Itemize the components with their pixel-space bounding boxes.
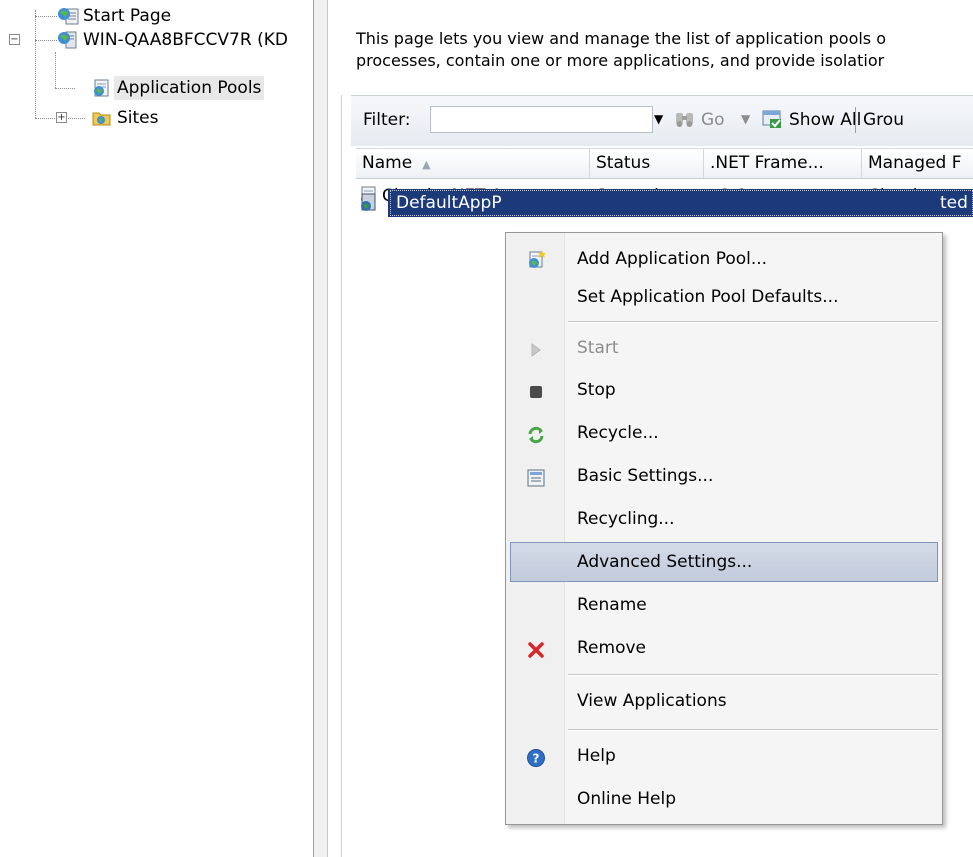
menu-separator: [568, 321, 938, 323]
menu-item-rename[interactable]: Rename: [510, 588, 938, 622]
menu-item-label: Set Application Pool Defaults...: [577, 287, 839, 307]
application-pools-icon: [90, 78, 110, 98]
tree-item-label: Start Page: [83, 6, 172, 26]
pane-splitter[interactable]: [313, 0, 328, 857]
menu-item-label: Help: [577, 746, 616, 766]
menu-item-label: View Applications: [577, 691, 727, 711]
basic-settings-icon: [526, 466, 546, 487]
menu-item-label: Recycle...: [577, 423, 659, 443]
column-header-name[interactable]: Name ▲: [356, 149, 590, 178]
menu-item-basic-settings[interactable]: Basic Settings...: [510, 459, 938, 493]
remove-icon: [526, 638, 546, 658]
menu-item-start: Start: [510, 331, 938, 365]
show-all-button[interactable]: Show All: [789, 110, 861, 130]
menu-item-set-defaults[interactable]: Set Application Pool Defaults...: [510, 280, 938, 314]
start-page-icon: [57, 6, 79, 26]
connections-tree: Start Page − WIN-QAA8BFCCV7R (KD Applica…: [0, 0, 313, 857]
column-header-label: Managed F: [868, 153, 962, 173]
column-header-framework[interactable]: .NET Frame...: [704, 149, 862, 178]
server-icon: [57, 30, 77, 50]
menu-item-label: Stop: [577, 380, 616, 400]
tree-item-sites[interactable]: Sites: [0, 106, 313, 130]
filter-label: Filter:: [363, 110, 411, 130]
menu-item-help[interactable]: ? Help: [510, 739, 938, 773]
menu-item-label: Rename: [577, 595, 647, 615]
tree-item-application-pools[interactable]: Application Pools: [0, 76, 313, 100]
recycle-icon: [526, 423, 546, 444]
menu-item-label: Remove: [577, 638, 646, 658]
menu-item-online-help[interactable]: Online Help: [510, 782, 938, 816]
filter-toolbar: Filter: ▼ Go ▼ Show All Grou: [351, 95, 973, 146]
menu-item-advanced-settings[interactable]: Advanced Settings...: [510, 542, 938, 582]
application-pool-icon: [358, 193, 380, 213]
tree-item-label: Application Pools: [114, 76, 265, 100]
menu-item-recycling[interactable]: Recycling...: [510, 502, 938, 536]
description-line: processes, contain one or more applicati…: [356, 51, 885, 70]
toolbar-separator: [855, 107, 856, 133]
focus-rectangle: [390, 190, 973, 216]
menu-item-add-application-pool[interactable]: Add Application Pool...: [510, 242, 938, 276]
menu-separator: [568, 729, 938, 731]
content-border: [341, 95, 342, 857]
start-icon: [526, 338, 546, 358]
menu-item-label: Start: [577, 338, 619, 358]
add-app-pool-icon: [526, 249, 546, 269]
menu-item-label: Advanced Settings...: [577, 552, 753, 572]
column-header-pipeline[interactable]: Managed F: [862, 149, 973, 178]
description-line: This page lets you view and manage the l…: [356, 29, 887, 48]
menu-item-label: Recycling...: [577, 509, 675, 529]
go-dropdown-icon[interactable]: ▼: [741, 112, 750, 126]
splitter-edge: [313, 0, 314, 857]
column-header-label: .NET Frame...: [710, 153, 824, 173]
tree-item-label: Sites: [117, 108, 159, 128]
context-menu: Add Application Pool... Set Application …: [505, 232, 943, 825]
page-description: This page lets you view and manage the l…: [356, 28, 973, 72]
column-header-status[interactable]: Status: [590, 149, 704, 178]
stop-icon: [526, 380, 546, 400]
menu-item-label: Online Help: [577, 789, 676, 809]
svg-text:?: ?: [533, 752, 540, 766]
filter-dropdown-icon[interactable]: ▼: [654, 112, 663, 126]
menu-item-remove[interactable]: Remove: [510, 631, 938, 665]
filter-input[interactable]: [430, 106, 653, 133]
menu-item-label: Add Application Pool...: [577, 249, 768, 269]
menu-item-view-applications[interactable]: View Applications: [510, 684, 938, 718]
list-header: Name ▲ Status .NET Frame... Managed F: [356, 148, 973, 179]
menu-item-recycle[interactable]: Recycle...: [510, 416, 938, 450]
sites-folder-icon: [91, 108, 111, 128]
sort-ascending-icon: ▲: [422, 158, 431, 171]
go-button[interactable]: Go: [701, 110, 725, 130]
menu-separator: [568, 674, 938, 676]
help-icon: ?: [526, 746, 546, 767]
menu-item-label: Basic Settings...: [577, 466, 714, 486]
column-header-label: Status: [596, 153, 651, 173]
tree-item-label: WIN-QAA8BFCCV7R (KD: [83, 30, 288, 50]
menu-item-stop[interactable]: Stop: [510, 373, 938, 407]
splitter-edge: [327, 0, 328, 857]
group-by-button[interactable]: Grou: [863, 110, 904, 130]
show-all-icon[interactable]: [761, 108, 785, 130]
tree-item-start-page[interactable]: Start Page: [0, 4, 313, 28]
binoculars-icon[interactable]: [673, 108, 697, 130]
column-header-label: Name: [362, 153, 413, 173]
tree-item-server[interactable]: WIN-QAA8BFCCV7R (KD: [0, 28, 313, 52]
